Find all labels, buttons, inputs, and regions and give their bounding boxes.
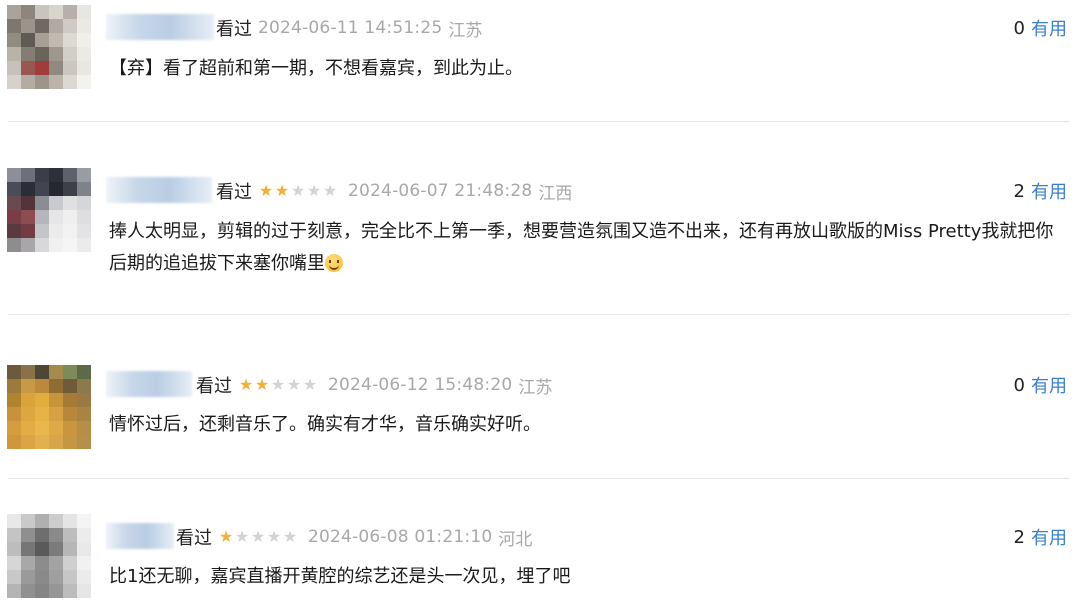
avatar[interactable] [7, 168, 91, 252]
username-blurred[interactable] [106, 523, 174, 549]
username-blurred[interactable] [106, 14, 214, 40]
comment-time: 2024-06-12 15:48:20 [328, 375, 513, 395]
useful-count: 2 [1013, 180, 1025, 202]
comment-meta: 看过 ★ ★ ★ ★ ★ 2024-06-08 01:21:10 河北 [176, 522, 532, 552]
useful-count: 2 [1013, 526, 1025, 548]
star-icon: ★ [270, 375, 286, 394]
divider [8, 478, 1070, 479]
watch-status: 看过 [176, 528, 212, 549]
comment-text: 【弃】看了超前和第一期，不想看嘉宾，到此为止。 [109, 58, 523, 79]
avatar[interactable] [7, 514, 91, 598]
star-icon: ★ [266, 527, 282, 546]
comment-location: 江西 [538, 183, 573, 204]
avatar[interactable] [7, 365, 91, 449]
avatar[interactable] [7, 5, 91, 89]
useful-button[interactable]: 有用 [1031, 178, 1067, 204]
comment-text: 捧人太明显，剪辑的过于刻意，完全比不上第一季，想要营造氛围又造不出来，还有再放山… [109, 216, 1054, 280]
comment-location: 江苏 [448, 20, 483, 41]
divider [8, 121, 1070, 122]
divider [8, 314, 1070, 315]
star-icon: ★ [290, 181, 306, 200]
watch-status: 看过 [216, 19, 252, 40]
useful-button[interactable]: 有用 [1031, 372, 1067, 398]
username-blurred[interactable] [106, 371, 192, 397]
star-icon: ★ [302, 375, 318, 394]
useful-vote[interactable]: 0 有用 [1014, 13, 1067, 43]
star-icon: ★ [238, 375, 254, 394]
comment-list: 看过 2024-06-11 14:51:25 江苏 0 有用 【弃】看了超前和第… [0, 0, 1080, 610]
rating-stars: ★ ★ ★ ★ ★ [258, 183, 338, 199]
username-blurred[interactable] [106, 177, 212, 203]
star-icon: ★ [258, 181, 274, 200]
useful-vote[interactable]: 0 有用 [1014, 370, 1067, 400]
comment-time: 2024-06-08 01:21:10 [308, 527, 493, 547]
star-icon: ★ [306, 181, 322, 200]
useful-button[interactable]: 有用 [1031, 15, 1067, 41]
comment-text: 比1还无聊，嘉宾直播开黄腔的综艺还是头一次见，埋了吧 [109, 566, 571, 587]
comment-text: 情怀过后，还剩音乐了。确实有才华，音乐确实好听。 [109, 414, 541, 435]
comment-text-body: 捧人太明显，剪辑的过于刻意，完全比不上第一季，想要营造氛围又造不出来，还有再放山… [109, 221, 1054, 274]
comment-meta: 看过 ★ ★ ★ ★ ★ 2024-06-12 15:48:20 江苏 [196, 370, 552, 400]
useful-button[interactable]: 有用 [1031, 524, 1067, 550]
star-icon: ★ [282, 527, 298, 546]
star-icon: ★ [274, 181, 290, 200]
star-icon: ★ [234, 527, 250, 546]
useful-vote[interactable]: 2 有用 [1014, 522, 1067, 552]
comment-location: 江苏 [518, 377, 553, 398]
rating-stars: ★ ★ ★ ★ ★ [218, 529, 298, 545]
star-icon: ★ [286, 375, 302, 394]
watch-status: 看过 [216, 182, 252, 203]
star-icon: ★ [250, 527, 266, 546]
star-icon: ★ [218, 527, 234, 546]
comment-location: 河北 [498, 529, 533, 550]
rating-stars: ★ ★ ★ ★ ★ [238, 377, 318, 393]
comment-meta: 看过 2024-06-11 14:51:25 江苏 [216, 13, 482, 43]
star-icon: ★ [322, 181, 338, 200]
useful-vote[interactable]: 2 有用 [1014, 176, 1067, 206]
comment-time: 2024-06-11 14:51:25 [258, 18, 443, 38]
comment-meta: 看过 ★ ★ ★ ★ ★ 2024-06-07 21:48:28 江西 [216, 176, 572, 206]
star-icon: ★ [254, 375, 270, 394]
smile-emoji-icon [325, 254, 343, 272]
useful-count: 0 [1013, 17, 1025, 39]
comment-time: 2024-06-07 21:48:28 [348, 181, 533, 201]
useful-count: 0 [1013, 374, 1025, 396]
watch-status: 看过 [196, 376, 232, 397]
